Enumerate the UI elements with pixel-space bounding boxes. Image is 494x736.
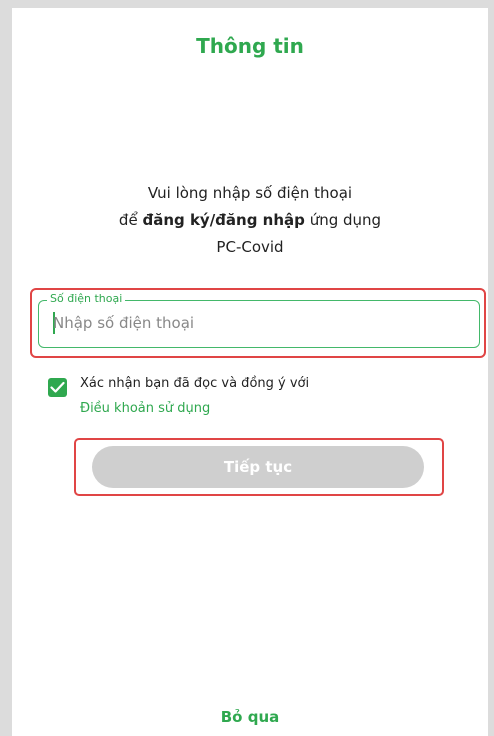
skip-button[interactable]: Bỏ qua — [12, 708, 488, 726]
intro-line-2-bold: đăng ký/đăng nhập — [142, 211, 305, 229]
intro-line-2-prefix: để — [118, 211, 138, 229]
phone-input[interactable] — [53, 311, 453, 335]
page-title: Thông tin — [196, 34, 304, 58]
checkmark-icon — [50, 381, 65, 393]
intro-text: Vui lòng nhập số điện thoại để đăng ký/đ… — [12, 180, 488, 261]
continue-button[interactable]: Tiếp tục — [92, 446, 424, 488]
consent-text: Xác nhận bạn đã đọc và đồng ý với — [80, 376, 310, 391]
terms-link[interactable]: Điều khoản sử dụng — [80, 401, 210, 416]
intro-line-2-suffix: ứng dụng — [309, 211, 382, 229]
phone-field[interactable]: Số điện thoại — [38, 292, 480, 348]
intro-line-1: Vui lòng nhập số điện thoại — [147, 184, 353, 202]
screen: Thông tin Vui lòng nhập số điện thoại để… — [12, 8, 488, 736]
intro-line-3: PC-Covid — [216, 238, 284, 256]
intro-line-2: để đăng ký/đăng nhập ứng dụng — [12, 207, 488, 234]
phone-field-label: Số điện thoại — [47, 292, 126, 306]
consent-checkbox[interactable] — [48, 378, 67, 397]
